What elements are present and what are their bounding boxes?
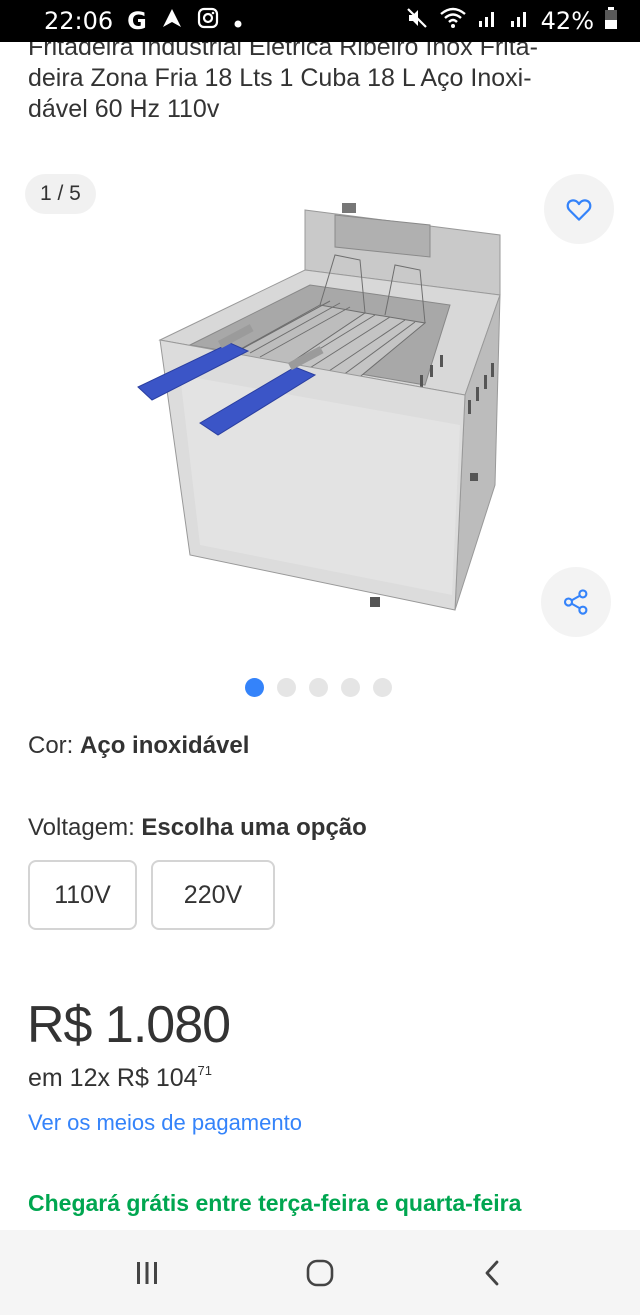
installments: em 12x R$ 10471 <box>28 1062 213 1093</box>
voltage-option-220v[interactable]: 220V <box>151 860 275 930</box>
notification-dot-icon <box>233 7 243 35</box>
carousel-dot-5[interactable] <box>372 678 392 697</box>
wifi-icon <box>439 6 467 36</box>
recent-apps-button[interactable] <box>117 1243 177 1303</box>
instagram-icon <box>197 7 219 35</box>
heart-icon <box>566 199 592 221</box>
price: R$ 1.080 <box>27 996 231 1054</box>
color-label: Cor: <box>28 732 81 759</box>
clock-overlay: 22:06 <box>44 7 114 35</box>
installments-amount: em 12x R$ 104 <box>28 1064 198 1092</box>
favorite-button[interactable] <box>544 174 614 244</box>
home-button[interactable] <box>290 1243 350 1303</box>
status-right-overlay: 42% <box>405 0 618 42</box>
voltage-option-110v[interactable]: 110V <box>28 860 137 930</box>
battery-percent: 42% <box>540 7 594 35</box>
product-title-line3: dável 60 Hz 110v <box>28 95 220 123</box>
product-title-line2: deira Zona Fria 18 Lts 1 Cuba 18 L Aço I… <box>28 64 532 92</box>
back-button[interactable] <box>463 1243 523 1303</box>
battery-icon <box>604 6 618 36</box>
voltage-value: Escolha uma opção <box>141 814 367 841</box>
free-shipping-info: Chegará grátis entre terça-feira e quart… <box>28 1190 522 1216</box>
mute-icon <box>405 6 429 36</box>
carousel-dot-2[interactable] <box>276 678 296 697</box>
voltage-variation: Voltagem: Escolha uma opção <box>28 814 367 842</box>
google-g-icon: G <box>127 7 147 35</box>
color-value: Aço inoxidável <box>80 732 250 759</box>
recent-apps-icon <box>136 1261 157 1284</box>
system-nav-bar <box>0 1230 640 1315</box>
back-icon <box>485 1260 499 1285</box>
installments-cents: 71 <box>197 1062 213 1078</box>
carousel-dot-3[interactable] <box>308 678 328 697</box>
carousel-dot-1[interactable] <box>244 678 264 697</box>
product-title: Fritadeira Industrial Elétrica Ribeiro I… <box>28 32 608 128</box>
navigation-arrow-icon <box>161 7 183 35</box>
gallery-counter: 1 / 5 <box>25 174 96 214</box>
carousel-dots <box>0 678 640 697</box>
home-icon <box>306 1259 334 1286</box>
status-left-overlay: 22:06 G <box>44 0 243 42</box>
share-icon <box>563 589 588 615</box>
payment-methods-link[interactable]: Ver os meios de pagamento <box>28 1110 302 1136</box>
signal-icon <box>509 7 531 35</box>
voltage-label: Voltagem: <box>28 814 142 841</box>
carousel-dot-4[interactable] <box>340 678 360 697</box>
signal-icon <box>477 7 499 35</box>
color-variation: Cor: Aço inoxidável <box>28 732 249 760</box>
share-button[interactable] <box>541 567 611 637</box>
product-image[interactable] <box>120 195 520 635</box>
